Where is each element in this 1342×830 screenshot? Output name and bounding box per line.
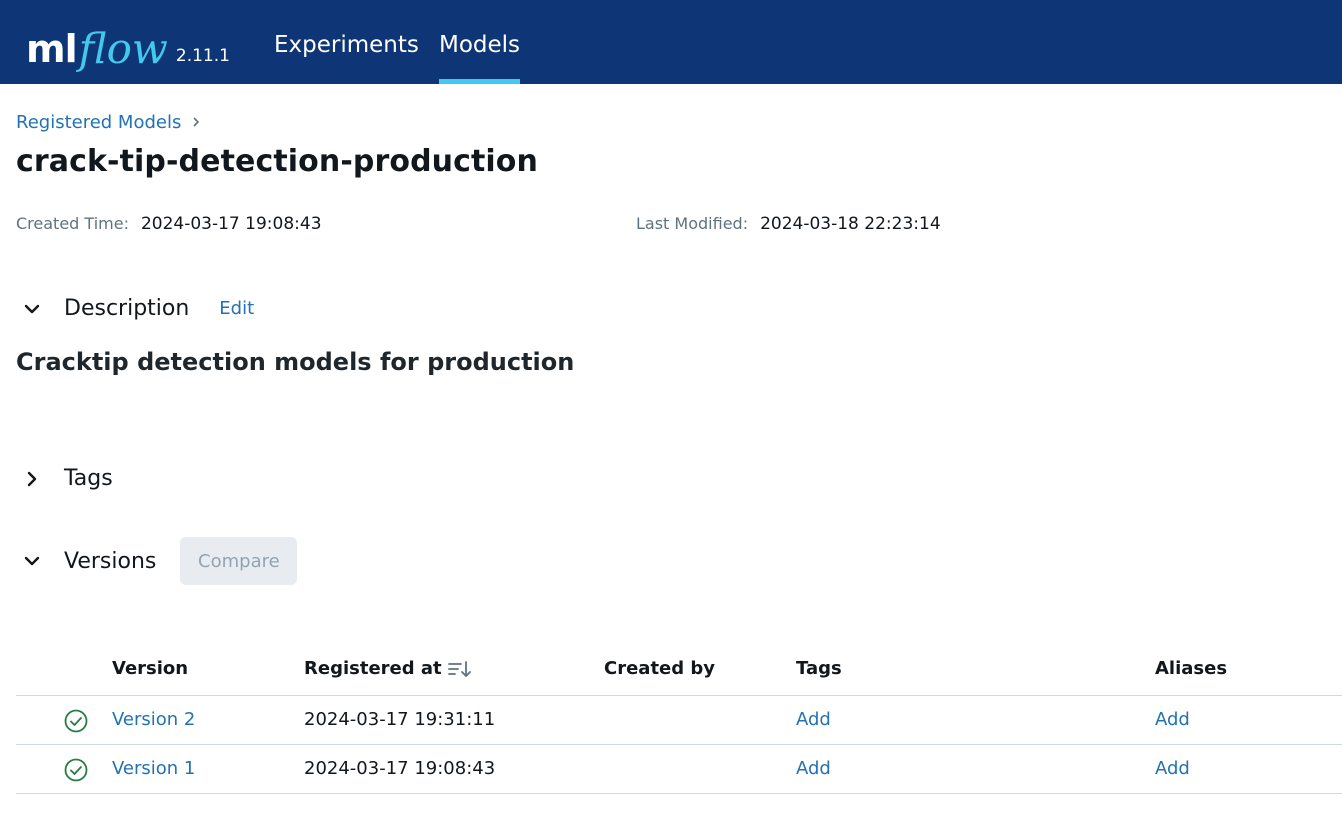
column-header-registered-at-label: Registered at <box>304 658 442 679</box>
add-alias-link[interactable]: Add <box>1155 758 1190 779</box>
sort-descending-icon[interactable] <box>447 659 472 679</box>
nav-tab-models[interactable]: Models <box>439 0 521 84</box>
nav-tab-experiments[interactable]: Experiments <box>274 0 419 84</box>
registered-at-cell: 2024-03-17 19:08:43 <box>304 758 496 779</box>
description-section-header: Description Edit <box>20 296 254 321</box>
created-time-value: 2024-03-17 19:08:43 <box>140 214 322 234</box>
mlflow-logo[interactable]: ml flow 2.11.1 <box>26 6 230 76</box>
versions-title: Versions <box>64 548 157 574</box>
tags-title: Tags <box>64 466 113 491</box>
compare-button[interactable]: Compare <box>180 537 298 585</box>
breadcrumb: Registered Models <box>16 112 201 133</box>
add-tag-link[interactable]: Add <box>796 758 831 779</box>
column-header-created-by[interactable]: Created by <box>604 658 715 679</box>
description-edit-link[interactable]: Edit <box>219 298 254 319</box>
description-title: Description <box>64 296 190 321</box>
top-navigation-bar: ml flow 2.11.1 Experiments Models <box>0 0 1342 84</box>
chevron-down-icon[interactable] <box>20 549 44 573</box>
tags-section-header: Tags <box>20 466 113 491</box>
created-time-meta: Created Time: 2024-03-17 19:08:43 <box>16 214 322 234</box>
last-modified-value: 2024-03-18 22:23:14 <box>760 214 941 234</box>
table-row: Version 2 2024-03-17 19:31:11 Add Add <box>16 696 1342 745</box>
page-title: crack-tip-detection-production <box>16 144 538 179</box>
version-link[interactable]: Version 2 <box>112 709 195 730</box>
logo-ml-text: ml <box>26 27 78 71</box>
logo-flow-text: flow <box>78 24 168 73</box>
column-header-registered-at[interactable]: Registered at <box>304 658 472 679</box>
app-version: 2.11.1 <box>175 46 230 66</box>
table-header-row: Version Registered at Created by Tags Al… <box>16 646 1342 696</box>
last-modified-meta: Last Modified: 2024-03-18 22:23:14 <box>636 214 941 234</box>
table-row: Version 1 2024-03-17 19:08:43 Add Add <box>16 745 1342 794</box>
registered-at-cell: 2024-03-17 19:31:11 <box>304 709 496 730</box>
column-header-tags: Tags <box>796 658 842 679</box>
add-alias-link[interactable]: Add <box>1155 709 1190 730</box>
version-link[interactable]: Version 1 <box>112 758 195 779</box>
check-circle-icon <box>64 758 88 782</box>
last-modified-label: Last Modified: <box>636 214 749 233</box>
column-header-aliases: Aliases <box>1155 658 1228 679</box>
add-tag-link[interactable]: Add <box>796 709 831 730</box>
created-time-label: Created Time: <box>16 214 129 233</box>
chevron-down-icon[interactable] <box>20 297 44 321</box>
check-circle-icon <box>64 709 88 733</box>
versions-table: Version Registered at Created by Tags Al… <box>16 646 1342 794</box>
breadcrumb-registered-models-link[interactable]: Registered Models <box>16 112 181 133</box>
chevron-right-icon[interactable] <box>20 467 44 491</box>
breadcrumb-chevron-icon <box>191 112 201 133</box>
versions-section-header: Versions Compare <box>20 537 298 585</box>
description-text: Cracktip detection models for production <box>16 348 575 376</box>
column-header-version[interactable]: Version <box>112 658 188 679</box>
